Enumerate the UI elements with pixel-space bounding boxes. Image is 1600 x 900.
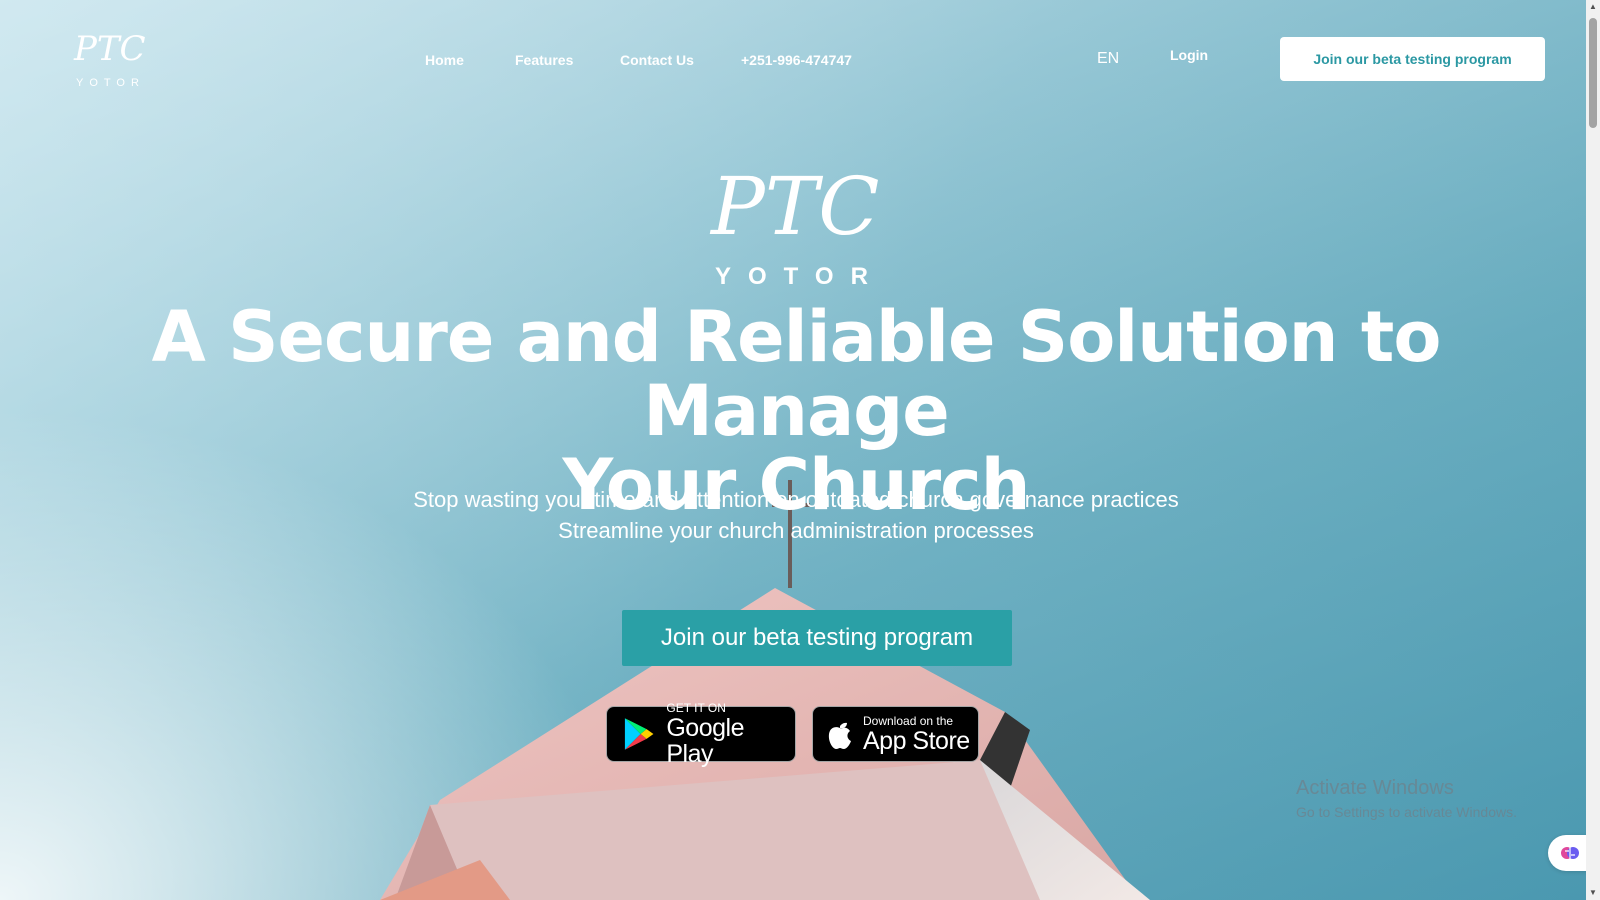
hero-join-beta-button[interactable]: Join our beta testing program <box>622 610 1012 666</box>
logo-mark-small: PTC <box>73 29 146 69</box>
scroll-up-arrow-icon[interactable]: ▲ <box>1586 0 1600 14</box>
login-link[interactable]: Login <box>1170 47 1208 63</box>
google-play-small-text: GET IT ON <box>666 701 726 715</box>
logo-mark-large: PTC <box>709 160 879 253</box>
brand-logo-small[interactable]: PTC YOTOR <box>70 24 154 90</box>
page-scrollbar[interactable]: ▲ ▼ <box>1586 0 1600 900</box>
windows-watermark-subtitle: Go to Settings to activate Windows. <box>1296 804 1517 820</box>
language-selector[interactable]: EN <box>1097 50 1119 68</box>
app-store-big-text: App Store <box>863 727 970 755</box>
nav-contact-us[interactable]: Contact Us <box>620 52 694 68</box>
google-play-icon <box>624 718 654 750</box>
apple-icon <box>828 722 851 749</box>
nav-phone[interactable]: +251-996-474747 <box>741 52 852 68</box>
scroll-thumb[interactable] <box>1589 18 1597 128</box>
hero-subtitle-line1: Stop wasting your time and attention on … <box>413 487 1179 512</box>
app-store-small-text: Download on the <box>863 714 954 728</box>
hero-subtitle-line2: Streamline your church administration pr… <box>558 518 1034 543</box>
logo-word-small: YOTOR <box>76 77 145 89</box>
header-join-beta-button[interactable]: Join our beta testing program <box>1280 37 1545 81</box>
scroll-down-arrow-icon[interactable]: ▼ <box>1586 886 1600 900</box>
windows-watermark-title: Activate Windows <box>1296 777 1454 799</box>
brain-icon <box>1561 847 1579 859</box>
logo-word-large: YOTOR <box>715 263 885 290</box>
nav-features[interactable]: Features <box>515 52 573 68</box>
google-play-badge[interactable]: GET IT ON Google Play <box>606 701 796 767</box>
nav-home[interactable]: Home <box>425 52 464 68</box>
app-store-badge[interactable]: Download on the App Store <box>812 706 979 762</box>
google-play-big-text: Google Play <box>666 714 744 768</box>
brand-logo-large: PTC YOTOR <box>709 160 885 290</box>
site-header: PTC YOTOR Home Features Contact Us +251-… <box>0 0 1552 118</box>
hero-headline-line1: A Secure and Reliable Solution to Manage <box>151 296 1442 452</box>
